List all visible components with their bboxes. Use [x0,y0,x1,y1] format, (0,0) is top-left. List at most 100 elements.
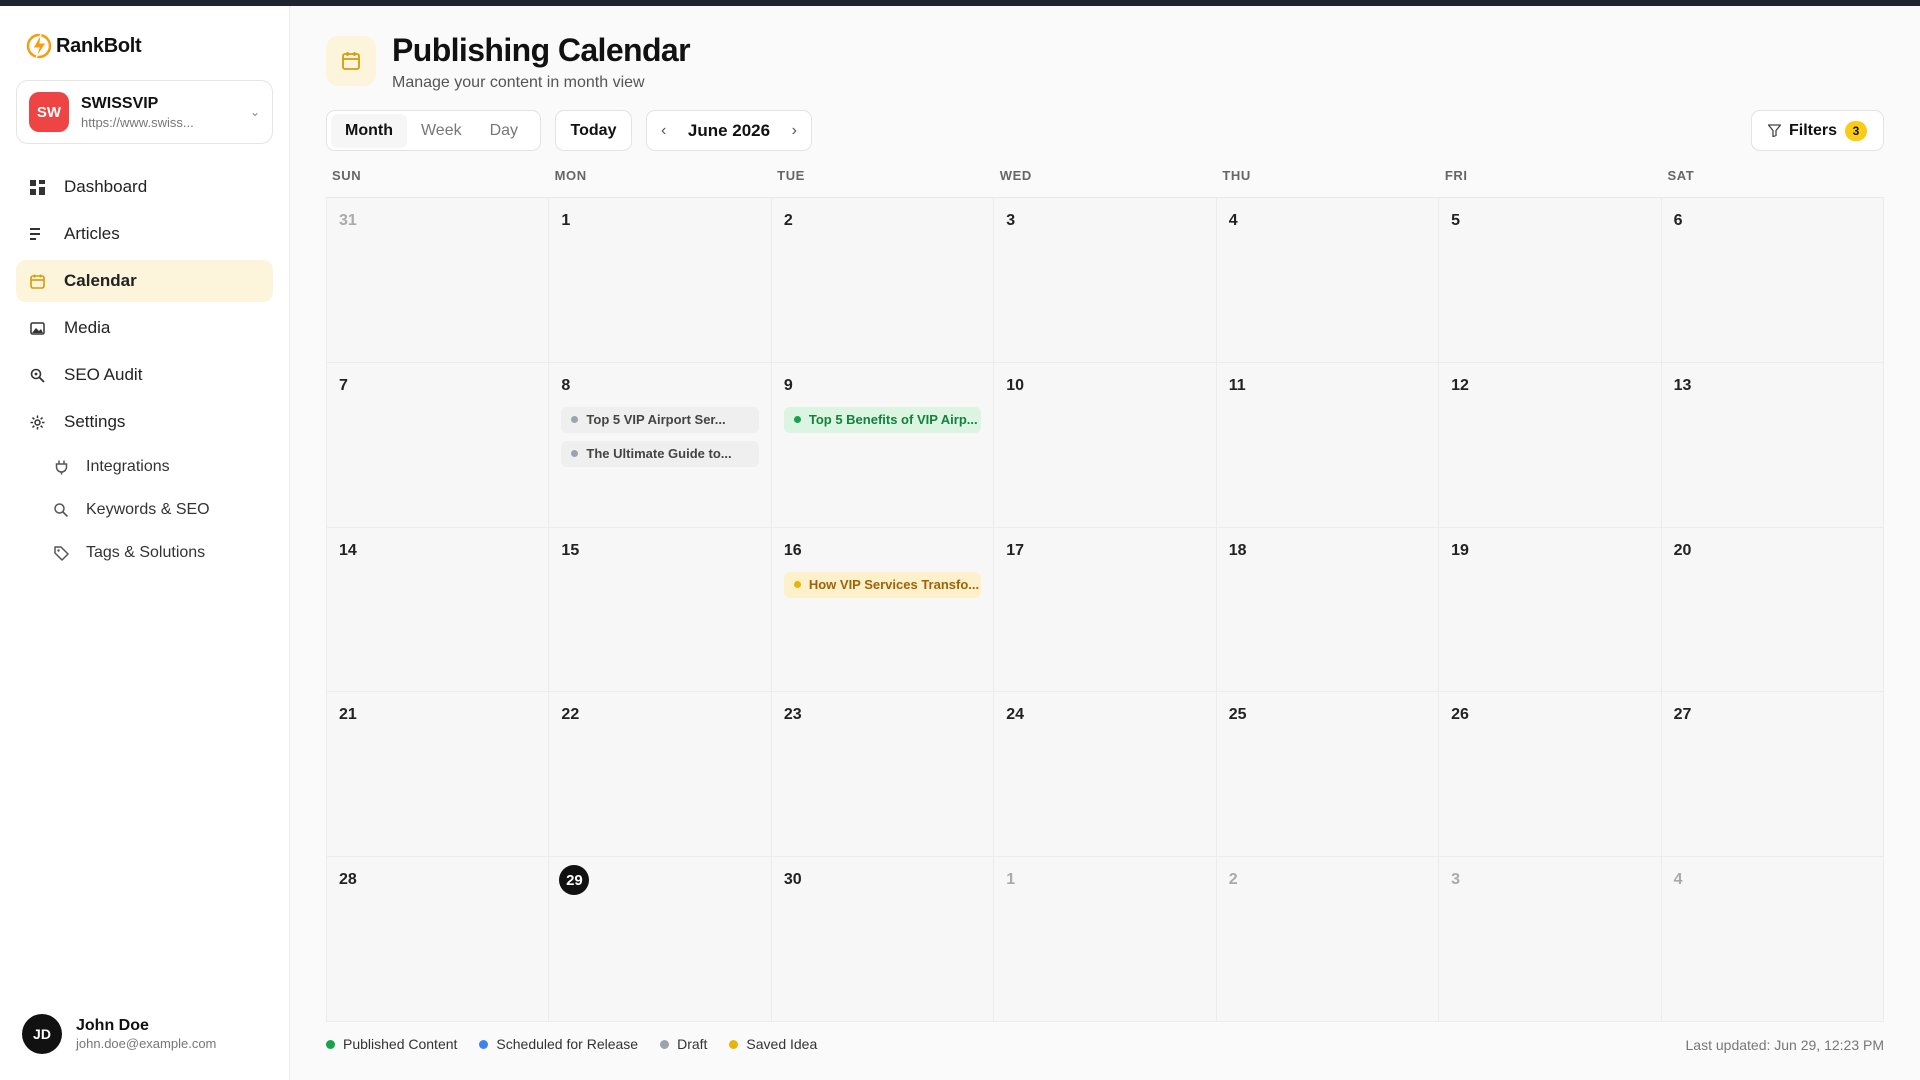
calendar-day-cell[interactable]: 4 [1661,857,1884,1022]
day-number-text: 20 [1673,541,1692,559]
calendar-day-cell[interactable]: 3 [1439,857,1662,1022]
day-number: 27 [1674,706,1871,736]
search-icon [52,501,70,519]
legend-item: Scheduled for Release [479,1036,638,1052]
day-number-text: 6 [1673,212,1683,229]
calendar-day-cell[interactable]: 8 Top 5 VIP Airport Ser... The Ultimate Gu… [549,362,772,528]
sidebar-item-dashboard[interactable]: Dashboard [16,166,273,208]
calendar-day-cell[interactable]: 14 [327,527,550,693]
site-switcher[interactable]: SW SWISSVIP https://www.swiss... ⌄ [16,80,273,144]
calendar-day-cell[interactable]: 24 [994,692,1217,858]
day-number: 5 [1451,212,1648,242]
calendar-day-cell[interactable]: 25 [1216,692,1440,858]
calendar-day-cell[interactable]: 10 [994,362,1217,528]
calendar-event-published[interactable]: Top 5 Benefits of VIP Airp... [783,406,982,433]
image-icon [28,319,46,337]
articles-icon [28,225,46,243]
sidebar-nav: Dashboard Articles Calendar Media SEO Au… [16,166,273,577]
day-number: 9 [784,377,981,407]
sidebar-item-label: Tags & Solutions [86,544,206,561]
status-dot-icon [571,450,579,458]
calendar-icon [28,272,46,290]
today-button[interactable]: Today [555,110,632,151]
status-dot-icon [571,416,579,424]
weekday-label: SAT [1667,168,1695,183]
day-number: 14 [339,542,536,572]
calendar-day-cell[interactable]: 12 [1439,362,1662,528]
calendar-day-cell[interactable]: 6 [1661,198,1884,363]
calendar-day-cell[interactable]: 15 [549,527,772,693]
sidebar-item-settings[interactable]: Settings [16,401,273,443]
day-number-text: 23 [783,706,802,724]
weekday-label: WED [999,168,1032,183]
day-number: 16 [784,542,981,572]
calendar-day-cell[interactable]: 29 [549,857,772,1022]
sidebar-item-calendar[interactable]: Calendar [16,260,273,302]
calendar-day-cell[interactable]: 21 [327,692,550,858]
calendar-day-cell[interactable]: 2 [771,198,995,363]
calendar-day-cell[interactable]: 26 [1439,692,1662,858]
current-month-label: June 2026 [687,120,771,140]
page-title: Publishing Calendar [392,32,691,68]
calendar-day-cell[interactable]: 23 [771,692,995,858]
chevron-left-icon[interactable]: ‹ [661,122,666,140]
calendar-day-cell[interactable]: 22 [549,692,772,858]
calendar-day-cell[interactable]: 17 [994,527,1217,693]
sidebar-item-tags[interactable]: Tags & Solutions [40,534,273,572]
calendar-day-cell[interactable]: 1 [549,198,772,363]
site-avatar: SW [29,92,69,132]
view-week-button[interactable]: Week [407,114,476,148]
day-number: 4 [1229,212,1426,242]
sidebar-item-articles[interactable]: Articles [16,213,273,255]
calendar-day-cell[interactable]: 31 [327,198,550,363]
calendar-day-cell[interactable]: 13 [1661,362,1884,528]
calendar-day-cell[interactable]: 4 [1216,198,1440,363]
day-number-text: 3 [1451,871,1461,889]
day-number-text: 29 [559,865,590,896]
calendar-day-cell[interactable]: 20 [1661,527,1884,693]
legend-dot-icon [326,1039,335,1049]
day-number: 30 [784,871,981,901]
plug-icon [52,458,70,476]
calendar-day-cell[interactable]: 27 [1661,692,1884,858]
day-number: 24 [1006,706,1203,736]
calendar-day-cell[interactable]: 19 [1439,527,1662,693]
app-logo[interactable]: RankBolt [26,32,142,60]
calendar-header-icon [326,36,376,86]
view-month-button[interactable]: Month [331,113,407,148]
legend-dot-icon [660,1039,670,1049]
last-updated: Last updated: Jun 29, 12:23 PM [1685,1037,1884,1053]
calendar-day-cell[interactable]: 7 [327,362,550,528]
calendar-day-cell[interactable]: 2 [1216,857,1440,1022]
calendar-day-cell[interactable]: 3 [994,198,1217,363]
user-email: john.doe@example.com [76,1036,217,1051]
view-day-button[interactable]: Day [476,114,532,148]
calendar-day-cell[interactable]: 30 [771,857,995,1022]
day-number: 3 [1006,212,1203,242]
chevron-right-icon[interactable]: › [792,122,797,140]
day-number: 18 [1229,542,1426,572]
day-number: 10 [1006,377,1203,407]
day-number-text: 13 [1673,376,1692,394]
calendar-day-cell[interactable]: 28 [327,857,550,1022]
sidebar-item-keywords[interactable]: Keywords & SEO [40,491,273,529]
calendar-day-cell[interactable]: 11 [1216,362,1440,528]
calendar-event-draft[interactable]: Top 5 VIP Airport Ser... [561,406,759,433]
calendar-day-cell[interactable]: 9 Top 5 Benefits of VIP Airp... [771,362,995,528]
calendar-event-draft[interactable]: The Ultimate Guide to... [561,440,759,467]
tag-icon [52,544,70,562]
legend-dot-icon [479,1039,489,1049]
sidebar-item-seo-audit[interactable]: SEO Audit [16,354,273,396]
calendar-day-cell[interactable]: 16 How VIP Services Transfo... [771,527,995,693]
sidebar-item-integrations[interactable]: Integrations [40,448,273,486]
user-profile[interactable]: JD John Doe john.doe@example.com [22,1014,216,1054]
calendar-day-cell[interactable]: 18 [1216,527,1440,693]
calendar-day-cell[interactable]: 1 [994,857,1217,1022]
dashboard-icon [28,178,46,196]
filters-button[interactable]: Filters 3 [1751,110,1884,151]
sidebar-item-media[interactable]: Media [16,307,273,349]
calendar-event-idea[interactable]: How VIP Services Transfo... [783,571,982,598]
calendar-day-cell[interactable]: 5 [1439,198,1662,363]
day-number: 25 [1229,706,1426,736]
day-number: 2 [784,212,981,242]
